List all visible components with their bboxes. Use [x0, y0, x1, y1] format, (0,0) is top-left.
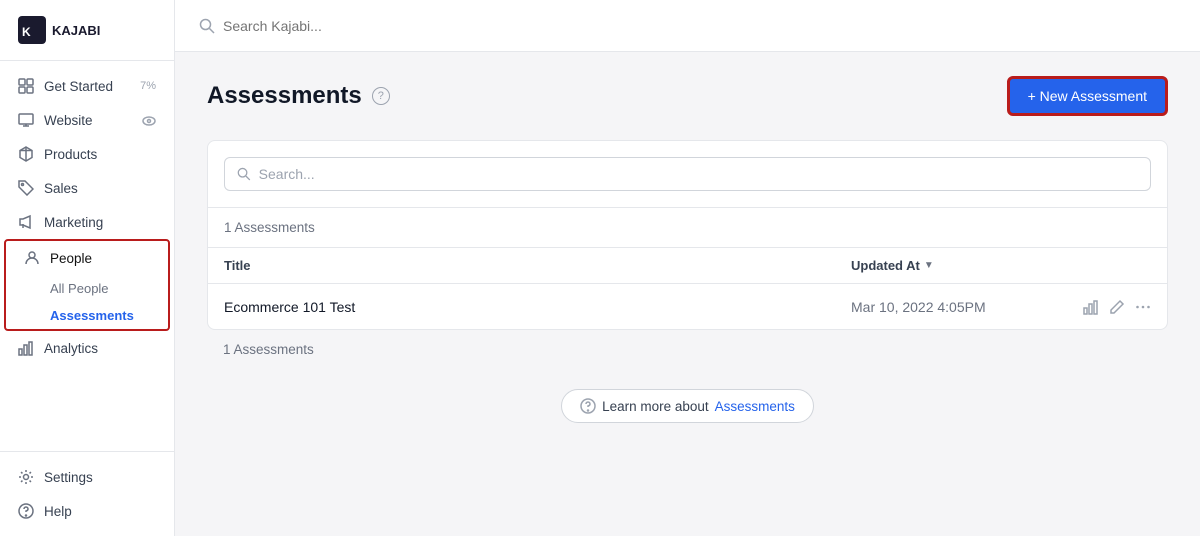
sidebar-item-label: Settings [44, 470, 93, 485]
sidebar-item-products[interactable]: Products [0, 137, 174, 171]
search-bar [199, 18, 423, 34]
sidebar-item-analytics[interactable]: Analytics [0, 331, 174, 365]
sidebar-item-get-started[interactable]: Get Started 7% [0, 69, 174, 103]
edit-icon[interactable] [1109, 298, 1125, 315]
sidebar-item-label: Analytics [44, 341, 98, 356]
eye-icon [142, 112, 156, 127]
learn-more-button[interactable]: Learn more about Assessments [561, 389, 814, 423]
th-title: Title [224, 258, 851, 273]
sidebar-item-all-people[interactable]: All People [50, 275, 168, 302]
person-icon [24, 250, 40, 266]
sidebar-item-label: Products [44, 147, 97, 162]
question-icon [18, 503, 34, 519]
table-search-wrap [224, 157, 1151, 191]
kajabi-wordmark: KAJABI [52, 22, 112, 38]
sidebar-bottom: Settings Help [0, 451, 174, 536]
main-content: Assessments ? + New Assessment 1 Assessm… [175, 0, 1200, 536]
bar-chart-icon [18, 340, 34, 356]
sidebar-item-label: Website [44, 113, 93, 128]
page-header: Assessments ? + New Assessment [207, 76, 1168, 116]
sidebar-item-people[interactable]: People [6, 241, 168, 275]
sort-indicator: ▼ [924, 260, 934, 271]
count-label-top: 1 Assessments [208, 208, 1167, 248]
learn-more-prefix: Learn more about [602, 399, 709, 414]
logo: K KAJABI [0, 0, 174, 61]
megaphone-icon [18, 214, 34, 230]
grid-icon [18, 78, 34, 94]
sidebar-item-label: Get Started [44, 79, 113, 94]
sidebar-item-label: Sales [44, 181, 78, 196]
sidebar-item-marketing[interactable]: Marketing [0, 205, 174, 239]
learn-more-link: Assessments [715, 399, 795, 414]
sidebar-item-assessments[interactable]: Assessments [50, 302, 168, 329]
sidebar-item-settings[interactable]: Settings [0, 460, 174, 494]
stats-icon[interactable] [1083, 298, 1099, 315]
monitor-icon [18, 112, 34, 128]
svg-text:KAJABI: KAJABI [52, 23, 100, 38]
search-icon [199, 18, 215, 34]
page-title: Assessments [207, 82, 362, 110]
assessment-updated-at: Mar 10, 2022 4:05PM [851, 299, 1071, 315]
svg-text:K: K [22, 25, 31, 39]
sidebar-item-label: Marketing [44, 215, 103, 230]
topbar [175, 0, 1200, 52]
new-assessment-button[interactable]: + New Assessment [1007, 76, 1168, 116]
help-circle-icon[interactable]: ? [372, 87, 390, 105]
sidebar-item-label: People [50, 251, 92, 266]
topbar-search-input[interactable] [223, 18, 423, 34]
sidebar-nav: Get Started 7% Website Products [0, 61, 174, 451]
table-header: Title Updated At ▼ [208, 248, 1167, 284]
learn-more-help-icon [580, 398, 596, 414]
page-title-group: Assessments ? [207, 82, 390, 110]
table-search-input[interactable] [259, 166, 1138, 182]
sidebar-item-website[interactable]: Website [0, 103, 174, 137]
table-row: Ecommerce 101 Test Mar 10, 2022 4:05PM [208, 284, 1167, 329]
assessment-title: Ecommerce 101 Test [224, 299, 851, 315]
sidebar: K KAJABI Get Started 7% Website [0, 0, 175, 536]
gear-icon [18, 469, 34, 485]
sidebar-item-sales[interactable]: Sales [0, 171, 174, 205]
row-actions [1071, 298, 1151, 315]
sidebar-subnav-people: All People Assessments [6, 275, 168, 329]
table-search-icon [237, 167, 251, 181]
box-icon [18, 146, 34, 162]
th-updated-at[interactable]: Updated At ▼ [851, 258, 1071, 273]
assessments-card: 1 Assessments Title Updated At ▼ Ecommer… [207, 140, 1168, 330]
people-section: People All People Assessments [4, 239, 170, 331]
more-options-icon[interactable] [1135, 298, 1151, 315]
tag-icon [18, 180, 34, 196]
sidebar-item-help[interactable]: Help [0, 494, 174, 528]
learn-more-wrap: Learn more about Assessments [207, 389, 1168, 423]
card-search [208, 141, 1167, 208]
page-content: Assessments ? + New Assessment 1 Assessm… [175, 52, 1200, 536]
sidebar-badge: 7% [140, 80, 156, 92]
count-label-bottom: 1 Assessments [207, 330, 1168, 369]
sidebar-item-label: Help [44, 504, 72, 519]
